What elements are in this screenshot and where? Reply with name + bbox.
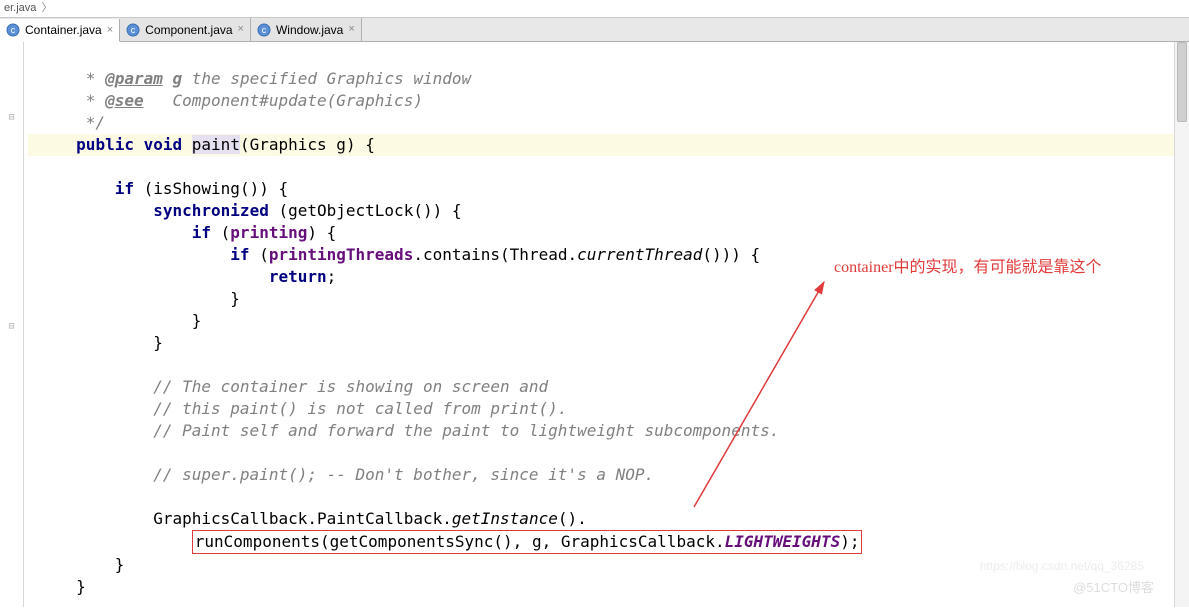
annotation-arrow	[644, 252, 1064, 572]
fold-toggle-icon[interactable]: ⊟	[0, 112, 23, 123]
code-line	[28, 443, 38, 462]
tab-component-java[interactable]: c Component.java ×	[120, 18, 251, 41]
doc-line: */	[28, 113, 105, 132]
breadcrumb: er.java 〉	[0, 0, 1189, 18]
code-line: }	[28, 555, 124, 574]
svg-text:c: c	[262, 25, 267, 35]
close-icon[interactable]: ×	[238, 24, 244, 35]
gutter: ⊟ ⊟	[0, 42, 24, 607]
doc-line: * @see Component#update(Graphics)	[28, 91, 423, 110]
class-file-icon: c	[257, 23, 271, 37]
code-line: }	[28, 333, 163, 352]
comment-line: // this paint() is not called from print…	[28, 399, 567, 418]
code-line: }	[28, 311, 201, 330]
tab-label: Component.java	[145, 23, 232, 37]
annotation-text: container中的实现，有可能就是靠这个	[834, 257, 1102, 279]
code-line: if (printing) {	[28, 223, 336, 242]
class-file-icon: c	[126, 23, 140, 37]
code-line	[28, 355, 38, 374]
code-line: }	[28, 289, 240, 308]
editor-tabs: c Container.java × c Component.java × c …	[0, 18, 1189, 42]
watermark: @51CTO博客	[1073, 577, 1154, 599]
code-line: if (printingThreads.contains(Thread.curr…	[28, 245, 760, 264]
code-line: runComponents(getComponentsSync(), g, Gr…	[28, 532, 862, 551]
svg-text:c: c	[11, 25, 16, 35]
close-icon[interactable]: ×	[348, 24, 354, 35]
code-area[interactable]: * @param g the specified Graphics window…	[24, 42, 1174, 607]
watermark: https://blog.csdn.net/qq_36285	[980, 555, 1144, 577]
tab-window-java[interactable]: c Window.java ×	[251, 18, 362, 41]
breadcrumb-item[interactable]: er.java	[4, 2, 36, 14]
doc-line: * @param g the specified Graphics window	[28, 69, 471, 88]
class-file-icon: c	[6, 23, 20, 37]
vertical-scrollbar[interactable]	[1174, 42, 1189, 607]
svg-text:c: c	[131, 25, 136, 35]
code-line: }	[28, 577, 86, 596]
close-icon[interactable]: ×	[107, 25, 113, 36]
comment-line: // The container is showing on screen an…	[28, 377, 548, 396]
tab-label: Window.java	[276, 23, 343, 37]
code-line: synchronized (getObjectLock()) {	[28, 201, 462, 220]
code-line-highlighted: public void paint(Graphics g) {	[28, 134, 1174, 156]
editor: ⊟ ⊟ * @param g the specified Graphics wi…	[0, 42, 1189, 607]
code-line: GraphicsCallback.PaintCallback.getInstan…	[28, 509, 587, 528]
code-line: if (isShowing()) {	[28, 179, 288, 198]
tab-label: Container.java	[25, 23, 102, 37]
code-line	[28, 487, 38, 506]
code-line: return;	[28, 267, 336, 286]
comment-line: // Paint self and forward the paint to l…	[28, 421, 779, 440]
scrollbar-thumb[interactable]	[1177, 42, 1187, 122]
comment-line: // super.paint(); -- Don't bother, since…	[28, 465, 654, 484]
breadcrumb-sep: 〉	[41, 1, 52, 16]
tab-container-java[interactable]: c Container.java ×	[0, 19, 120, 42]
highlighted-call-box: runComponents(getComponentsSync(), g, Gr…	[192, 530, 863, 554]
fold-marker-icon[interactable]: ⊟	[0, 321, 23, 332]
